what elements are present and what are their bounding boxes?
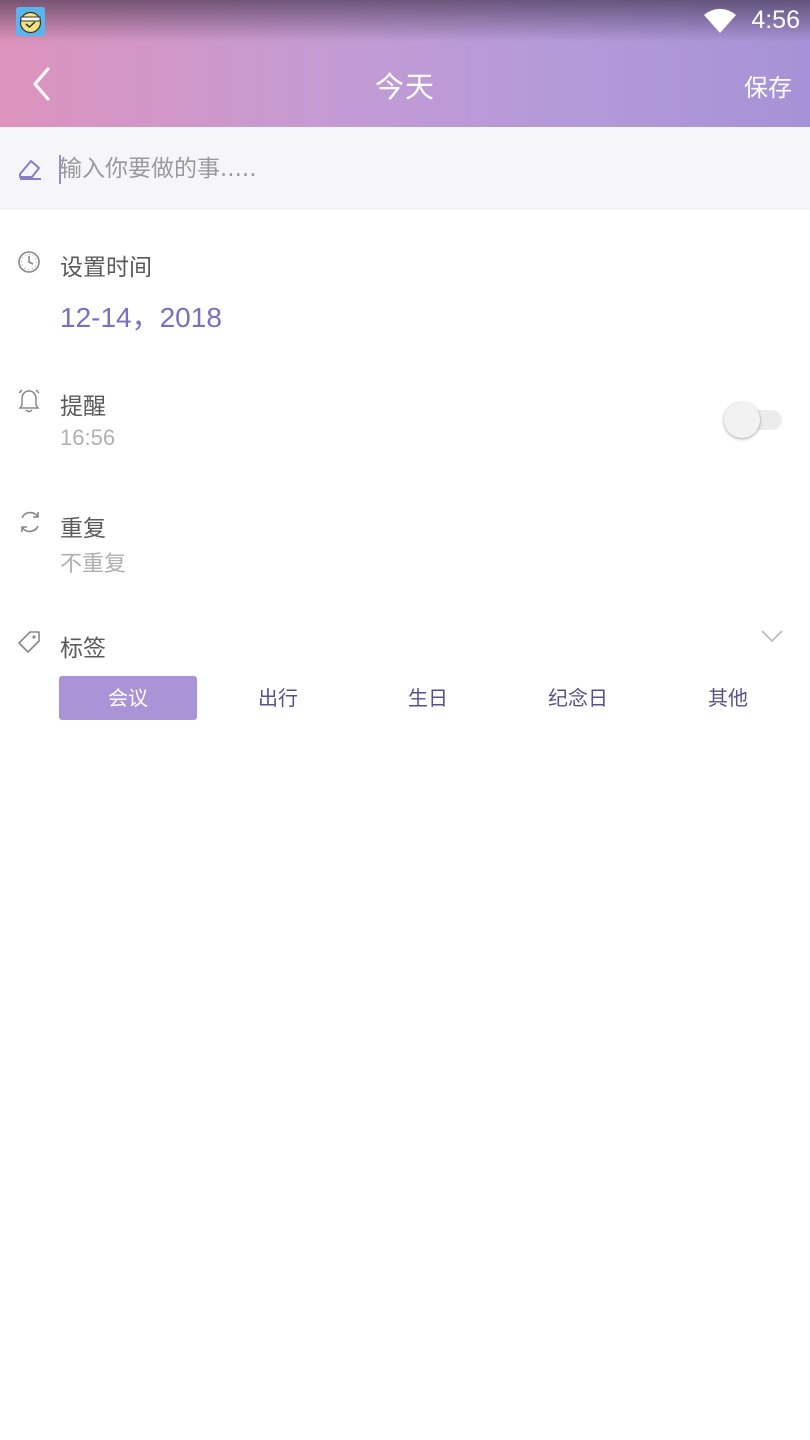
reminder-label: 提醒 bbox=[60, 394, 106, 420]
clock-icon bbox=[17, 250, 41, 278]
repeat-label: 重复 bbox=[60, 516, 106, 542]
edit-icon bbox=[17, 156, 43, 186]
date-value[interactable]: 12-14，2018 bbox=[60, 296, 222, 336]
status-time: 4:56 bbox=[751, 6, 800, 34]
reminder-time: 16:56 bbox=[60, 425, 116, 450]
tag-option-anniversary[interactable]: 纪念日 bbox=[509, 676, 647, 720]
tags-label: 标签 bbox=[60, 636, 106, 662]
repeat-value[interactable]: 不重复 bbox=[60, 546, 126, 578]
tag-icon bbox=[17, 630, 41, 658]
save-button[interactable]: 保存 bbox=[744, 68, 792, 103]
text-caret bbox=[59, 155, 61, 184]
page-title: 今天 bbox=[374, 70, 435, 104]
toggle-knob bbox=[724, 402, 760, 438]
reminder-toggle[interactable] bbox=[722, 402, 784, 438]
tag-option-other[interactable]: 其他 bbox=[659, 676, 797, 720]
tag-option-birthday[interactable]: 生日 bbox=[359, 676, 497, 720]
tag-option-meeting[interactable]: 会议 bbox=[59, 676, 197, 720]
wifi-icon bbox=[703, 8, 737, 38]
chevron-down-icon[interactable] bbox=[760, 628, 784, 648]
todo-input[interactable] bbox=[59, 148, 759, 190]
tag-option-travel[interactable]: 出行 bbox=[209, 676, 347, 720]
status-bar bbox=[0, 0, 810, 42]
set-time-label: 设置时间 bbox=[60, 255, 152, 281]
bell-icon bbox=[17, 388, 41, 418]
repeat-icon bbox=[17, 509, 43, 539]
app-notification-icon bbox=[16, 7, 45, 36]
